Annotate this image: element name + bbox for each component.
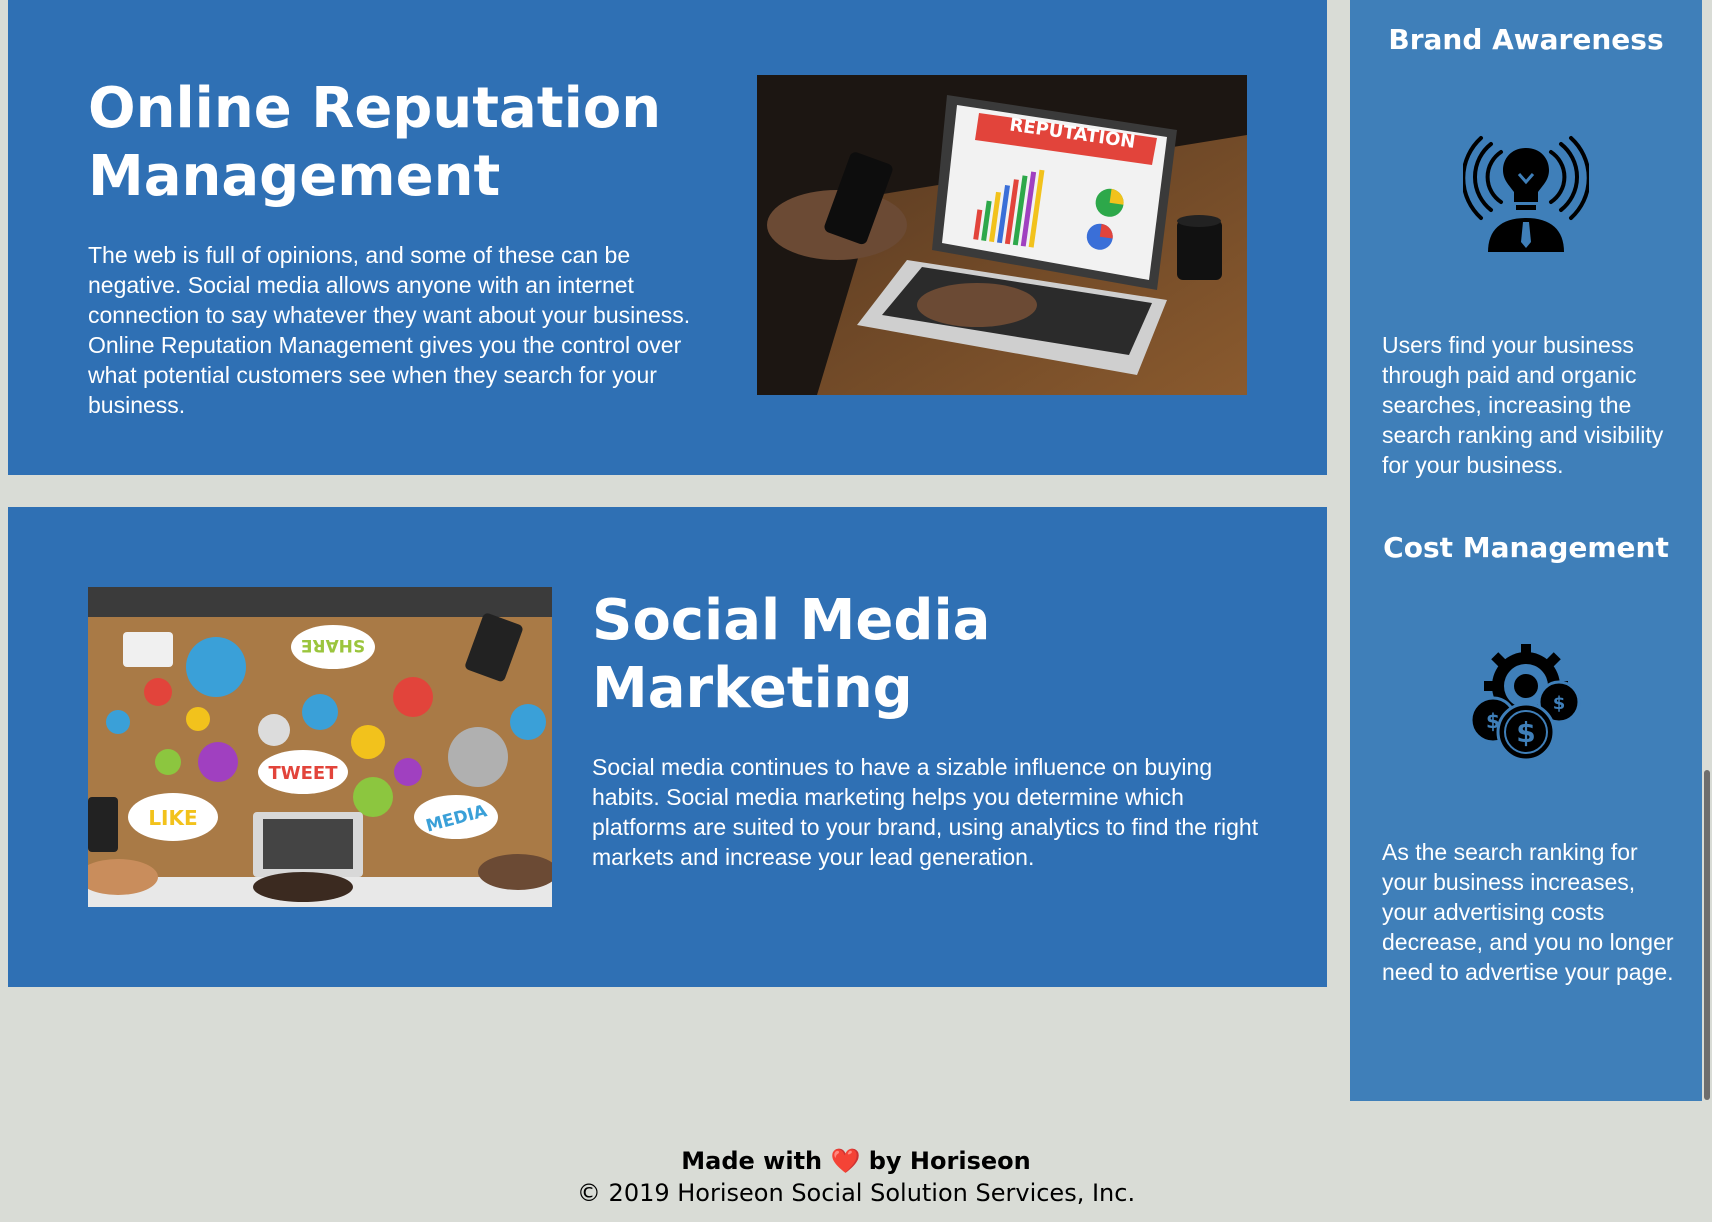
social-media-table-image: SHARE TWEET LIKE MEDIA bbox=[88, 587, 552, 907]
brand-awareness-text: Users find your business through paid an… bbox=[1382, 332, 1664, 478]
credit-prefix: Made with bbox=[681, 1147, 823, 1175]
social-media-section: SHARE TWEET LIKE MEDIA Social Media Mark… bbox=[8, 507, 1327, 987]
footer-credit: Made with ❤️ by Horiseon bbox=[0, 1145, 1712, 1177]
footer-copyright: © 2019 Horiseon Social Solution Services… bbox=[576, 1179, 1136, 1207]
cost-management-title: Cost Management bbox=[1383, 531, 1669, 564]
svg-text:$: $ bbox=[1516, 716, 1535, 749]
credit-suffix: by Horiseon bbox=[868, 1147, 1031, 1175]
share-bubble-label: SHARE bbox=[301, 635, 365, 655]
benefits-sidebar: Brand Awareness Users find your business… bbox=[1350, 0, 1702, 1101]
cost-management-text: As the search ranking for your business … bbox=[1382, 839, 1674, 985]
dollar-gear-icon: $ $ $ bbox=[1463, 638, 1589, 764]
online-reputation-text: The web is full of opinions, and some of… bbox=[88, 242, 691, 418]
brand-awareness-title: Brand Awareness bbox=[1388, 23, 1664, 56]
online-reputation-section: Online Reputation Management The web is … bbox=[8, 0, 1327, 475]
social-media-text: Social media continues to have a sizable… bbox=[592, 754, 1259, 870]
social-media-title: Social Media Marketing bbox=[592, 588, 991, 721]
heart-icon: ❤️ bbox=[830, 1147, 861, 1175]
page-footer: Made with ❤️ by Horiseon © 2019 Horiseon… bbox=[0, 1145, 1712, 1209]
svg-text:$: $ bbox=[1553, 693, 1566, 714]
reputation-laptop-image: REPUTATION bbox=[757, 75, 1247, 395]
online-reputation-title: Online Reputation Management bbox=[88, 76, 662, 209]
scrollbar-thumb[interactable] bbox=[1704, 770, 1710, 1100]
svg-text:$: $ bbox=[1486, 709, 1500, 733]
like-bubble-label: LIKE bbox=[148, 806, 197, 830]
lightbulb-broadcast-icon bbox=[1461, 130, 1591, 256]
tweet-bubble-label: TWEET bbox=[268, 763, 338, 784]
